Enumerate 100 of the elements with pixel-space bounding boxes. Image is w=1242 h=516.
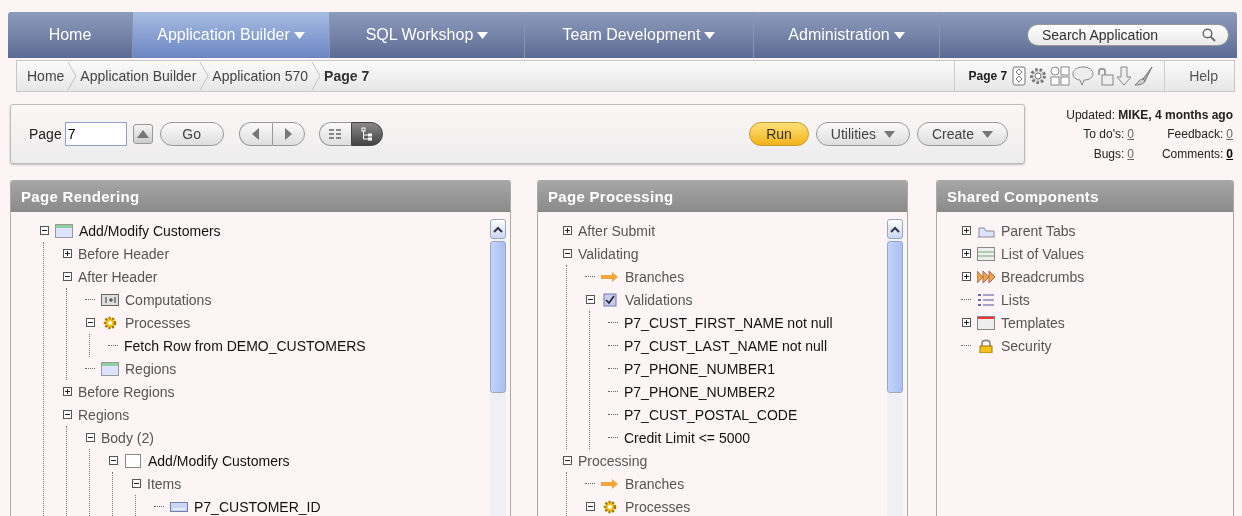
- tree-label[interactable]: Regions: [78, 406, 130, 423]
- minus-icon: [39, 226, 49, 235]
- tree-label[interactable]: Validating: [578, 245, 639, 262]
- tree-label[interactable]: Breadcrumbs: [1001, 268, 1085, 285]
- speech-bubble-icon[interactable]: [1072, 66, 1095, 86]
- tree-label[interactable]: Branches: [625, 475, 685, 492]
- scroll-up-icon: [890, 225, 900, 233]
- tree-label[interactable]: List of Values: [1001, 245, 1084, 262]
- tree-toggle[interactable]: [62, 387, 72, 396]
- tree-label[interactable]: Processes: [125, 314, 191, 331]
- tree-toggle[interactable]: [108, 456, 118, 465]
- panel-title: Page Processing: [538, 181, 907, 212]
- tree-label[interactable]: After Header: [78, 268, 158, 285]
- tree-toggle[interactable]: [585, 502, 595, 511]
- previous-button[interactable]: [238, 122, 272, 146]
- tree-label[interactable]: Templates: [1001, 314, 1065, 331]
- tree-toggle[interactable]: [85, 318, 95, 327]
- tree-label[interactable]: Parent Tabs: [1001, 222, 1076, 239]
- search-field[interactable]: Search Application: [1027, 24, 1229, 46]
- tree-label[interactable]: Add/Modify Customers: [148, 452, 290, 469]
- square-icon: [124, 453, 142, 468]
- breadcrumb-link[interactable]: Application Builder: [80, 68, 197, 84]
- left-triangle-icon: [252, 128, 260, 140]
- tree-toggle[interactable]: [131, 479, 141, 488]
- tree-toggle[interactable]: [562, 249, 572, 258]
- tree-toggle[interactable]: [562, 226, 572, 235]
- tree-label[interactable]: Before Header: [78, 245, 170, 262]
- nav-tab[interactable]: Team Development: [525, 12, 754, 58]
- breadcrumb-link[interactable]: Application 570: [212, 68, 309, 84]
- plus-icon: [961, 226, 971, 235]
- tree-label[interactable]: Fetch Row from DEMO_CUSTOMERS: [124, 337, 366, 354]
- view-toggle[interactable]: [318, 122, 351, 146]
- tree-label[interactable]: After Submit: [578, 222, 656, 239]
- tree-label[interactable]: P7_PHONE_NUMBER1: [624, 360, 775, 377]
- tree-toggle[interactable]: [961, 272, 971, 281]
- tree-toggle[interactable]: [39, 226, 49, 235]
- tree-label[interactable]: Before Regions: [78, 383, 175, 400]
- plus-icon: [62, 249, 72, 258]
- tree-toggle[interactable]: [961, 249, 971, 258]
- list-view-icon: [328, 128, 343, 140]
- tree-label[interactable]: Credit Limit <= 5000: [624, 429, 751, 446]
- search-icon: [1202, 28, 1216, 42]
- tree-label[interactable]: Processing: [578, 452, 648, 469]
- tree-label[interactable]: P7_CUST_LAST_NAME not null: [624, 337, 828, 354]
- breadcrumb-link[interactable]: Page 7: [324, 68, 370, 84]
- count-link[interactable]: 0: [1127, 147, 1134, 161]
- page-icon: [55, 223, 73, 238]
- down-arrow-icon[interactable]: [1116, 66, 1133, 86]
- tree-label[interactable]: Items: [147, 475, 182, 492]
- help-link[interactable]: Help: [1165, 68, 1234, 84]
- tree-label[interactable]: P7_CUSTOMER_ID: [194, 498, 321, 515]
- breadcrumb-link[interactable]: Home: [27, 68, 65, 84]
- minus-icon: [562, 456, 572, 465]
- tree-label[interactable]: Security: [1001, 337, 1052, 354]
- triple-arrow-icon: [977, 269, 995, 284]
- tree-label[interactable]: Regions: [125, 360, 177, 377]
- action-button[interactable]: Utilities: [815, 122, 910, 146]
- tree-toggle[interactable]: [562, 456, 572, 465]
- tree-label[interactable]: P7_CUST_POSTAL_CODE: [624, 406, 798, 423]
- tree-toggle[interactable]: [62, 410, 72, 419]
- updated-text: Updated: MIKE, 4 months ago: [1065, 108, 1233, 122]
- count-link[interactable]: 0: [1226, 127, 1233, 141]
- tree-toggle[interactable]: [62, 272, 72, 281]
- scrollbar[interactable]: [490, 219, 506, 516]
- tree-toggle[interactable]: [585, 295, 595, 304]
- nav-tab[interactable]: Administration: [754, 12, 940, 58]
- count-label: Bugs:: [1093, 147, 1125, 161]
- minus-icon: [62, 272, 72, 281]
- tree-label[interactable]: Lists: [1001, 291, 1030, 308]
- tree-toggle[interactable]: [961, 226, 971, 235]
- tree-toggle[interactable]: [85, 433, 95, 442]
- up-button[interactable]: [132, 124, 153, 144]
- tree-label[interactable]: Body (2): [101, 429, 154, 446]
- tree-label[interactable]: P7_PHONE_NUMBER2: [624, 383, 775, 400]
- right-arrow-icon: [601, 476, 619, 491]
- action-button[interactable]: Run: [749, 122, 809, 146]
- bulleted-list-icon: [977, 292, 995, 307]
- tree-label[interactable]: Add/Modify Customers: [79, 222, 221, 239]
- tree-view-icon: [360, 127, 373, 141]
- tree-label[interactable]: Processes: [625, 498, 691, 515]
- next-button[interactable]: [271, 122, 305, 146]
- plus-icon: [961, 249, 971, 258]
- view-toggle[interactable]: [350, 122, 383, 146]
- count-link[interactable]: 0: [1127, 127, 1134, 141]
- tree-toggle[interactable]: [62, 249, 72, 258]
- tree-label[interactable]: Computations: [125, 291, 212, 308]
- lock-icon[interactable]: [1096, 66, 1115, 86]
- tree-label[interactable]: Validations: [625, 291, 693, 308]
- scrollbar[interactable]: [887, 219, 903, 516]
- count-link[interactable]: 0: [1226, 147, 1233, 161]
- tree-label[interactable]: P7_CUST_FIRST_NAME not null: [624, 314, 833, 331]
- nav-tab[interactable]: SQL Workshop: [330, 12, 525, 58]
- tree-toggle[interactable]: [961, 318, 971, 327]
- tree-label[interactable]: Branches: [625, 268, 685, 285]
- page-number-field[interactable]: 7: [64, 122, 127, 146]
- brush-icon[interactable]: [1134, 66, 1155, 86]
- action-button[interactable]: Create: [916, 122, 1008, 146]
- gear-icon[interactable]: [1028, 66, 1049, 86]
- go-button[interactable]: Go: [159, 122, 224, 146]
- right-arrow-icon: [601, 269, 619, 284]
